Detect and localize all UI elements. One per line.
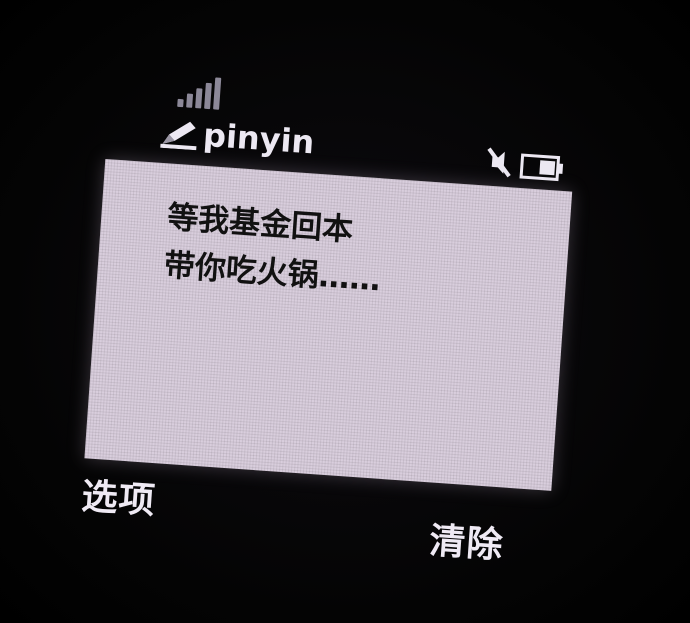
- battery-icon: [519, 153, 564, 182]
- mute-icon: [487, 147, 511, 178]
- pen-icon: [160, 121, 197, 151]
- input-mode-label: pinyin: [201, 115, 316, 162]
- lcd-screen: pinyin 等我基金回本 带你吃火锅…… 选项 清除: [79, 64, 581, 569]
- phone-display: pinyin 等我基金回本 带你吃火锅…… 选项 清除: [0, 0, 690, 623]
- signal-strength-icon: [177, 75, 229, 110]
- message-text: 等我基金回本 带你吃火锅……: [162, 193, 385, 304]
- clear-softkey[interactable]: 清除: [428, 512, 505, 569]
- input-mode-indicator: pinyin: [158, 115, 316, 162]
- options-softkey[interactable]: 选项: [80, 467, 157, 524]
- message-text-area[interactable]: 等我基金回本 带你吃火锅……: [84, 158, 573, 491]
